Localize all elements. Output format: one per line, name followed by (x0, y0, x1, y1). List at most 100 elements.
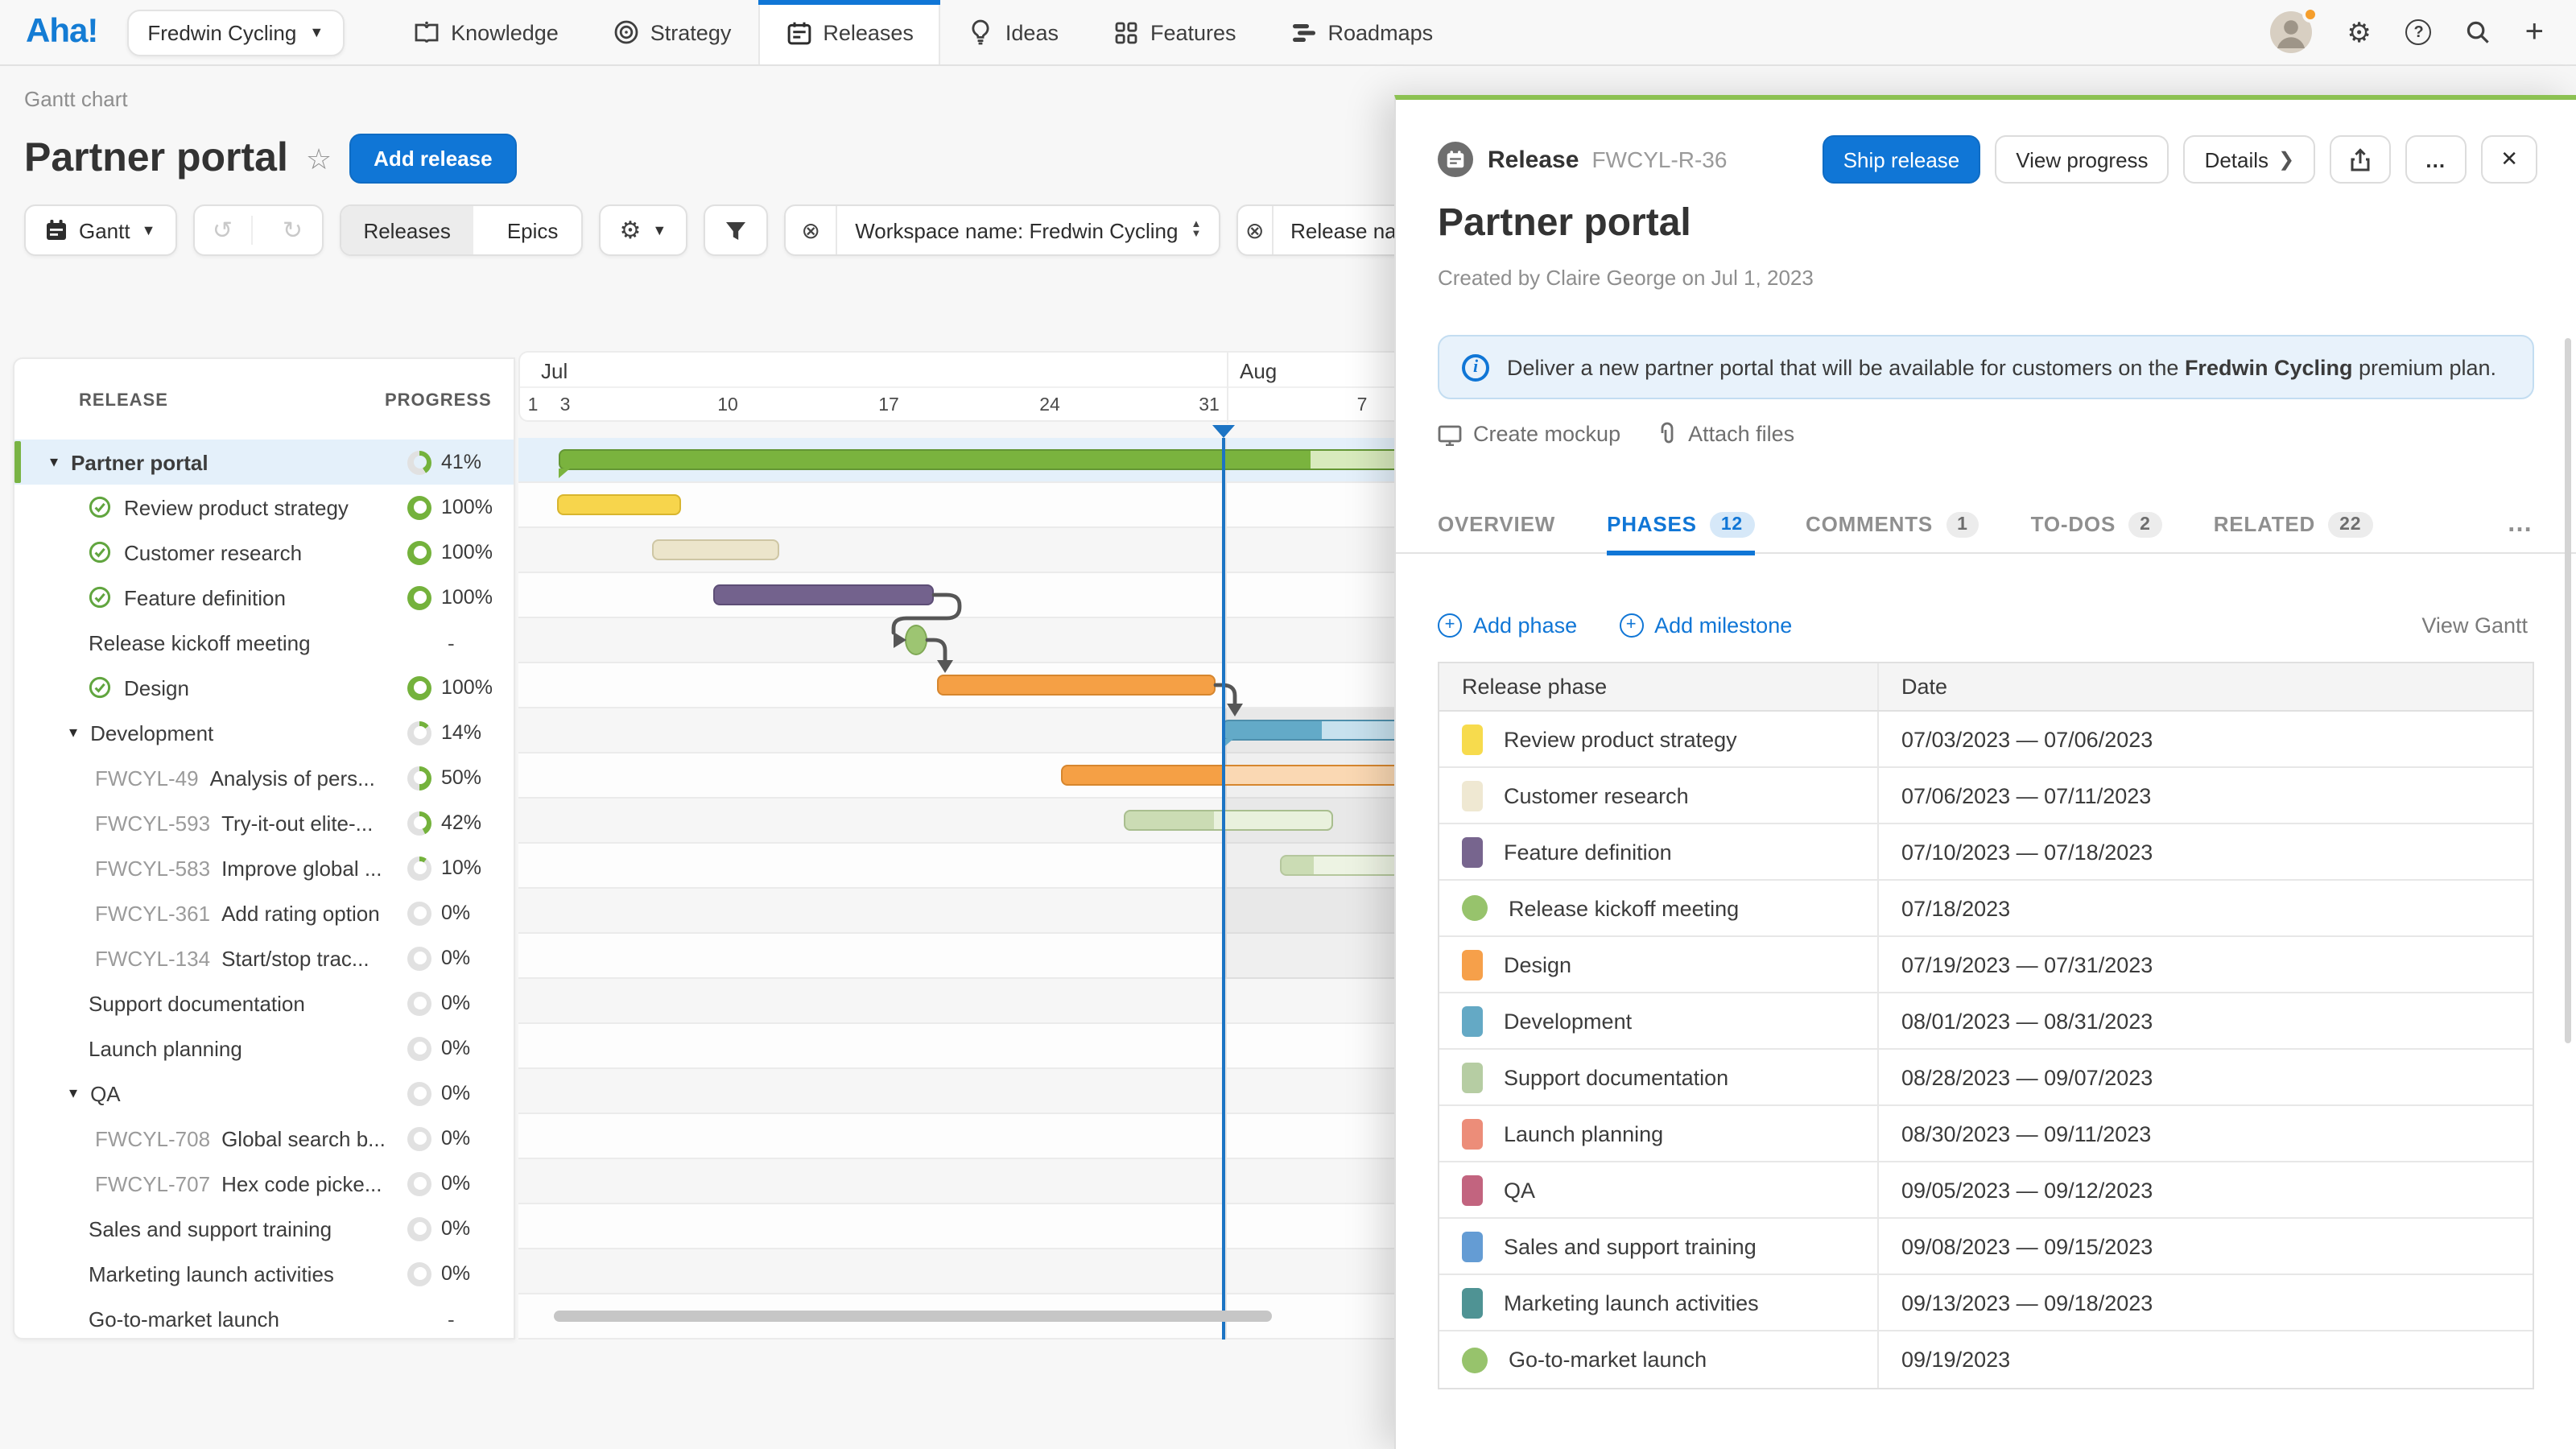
release-row[interactable]: FWCYL-708Global search b...0% (14, 1116, 514, 1161)
feature-reference: FWCYL-361 (95, 901, 210, 925)
phase-name: Feature definition (1504, 840, 1672, 864)
tab-related[interactable]: RELATED22 (2214, 495, 2373, 553)
gantt-bar-Customer research[interactable] (652, 539, 779, 560)
release-row[interactable]: Launch planning0% (14, 1026, 514, 1071)
release-row[interactable]: Customer research100% (14, 530, 514, 575)
tab-to-dos[interactable]: TO-DOS2 (2031, 495, 2162, 553)
tab-label: OVERVIEW (1438, 512, 1555, 536)
panel-scrollbar[interactable] (2565, 338, 2571, 1043)
collapse-caret-icon[interactable]: ▾ (69, 724, 77, 741)
release-row[interactable]: Support documentation0% (14, 980, 514, 1026)
tabs-more-icon[interactable]: … (2507, 510, 2534, 539)
nav-item-features[interactable]: Features (1086, 0, 1264, 64)
ship-release-button[interactable]: Ship release (1823, 135, 1981, 184)
search-icon[interactable] (2466, 19, 2491, 45)
release-row[interactable]: Feature definition100% (14, 575, 514, 620)
release-row[interactable]: FWCYL-49Analysis of pers...50% (14, 755, 514, 800)
phase-table-row[interactable]: Customer research07/06/2023 — 07/11/2023 (1439, 768, 2533, 824)
feature-reference: FWCYL-49 (95, 766, 199, 790)
release-row[interactable]: Sales and support training0% (14, 1206, 514, 1251)
gantt-release-list: RELEASE PROGRESS ▾Partner portal41%Revie… (13, 357, 515, 1340)
add-phase-link[interactable]: + Add phase (1438, 613, 1577, 637)
phase-table-row[interactable]: Launch planning08/30/2023 — 09/11/2023 (1439, 1106, 2533, 1162)
releases-epics-segment: Releases Epics (339, 204, 582, 256)
release-title[interactable]: Partner portal (1438, 201, 1691, 246)
filter-button[interactable] (704, 204, 768, 256)
release-row[interactable]: Release kickoff meeting- (14, 620, 514, 665)
avatar[interactable] (2271, 11, 2313, 53)
horizontal-scrollbar[interactable] (554, 1311, 1272, 1322)
phase-table-row[interactable]: Sales and support training09/08/2023 — 0… (1439, 1219, 2533, 1275)
settings-dropdown-button[interactable]: ⚙ ▼ (598, 204, 687, 256)
phase-table-row[interactable]: Release kickoff meeting07/18/2023 (1439, 881, 2533, 937)
phase-table-row[interactable]: Design07/19/2023 — 07/31/2023 (1439, 937, 2533, 993)
add-milestone-link[interactable]: + Add milestone (1619, 613, 1792, 637)
add-release-button[interactable]: Add release (349, 133, 516, 183)
release-row[interactable]: FWCYL-707Hex code picke...0% (14, 1161, 514, 1206)
gantt-bar-Try-it-out elite-...[interactable] (1124, 810, 1333, 831)
remove-filter-icon[interactable]: ⊗ (1238, 206, 1273, 254)
release-row[interactable]: ▾Partner portal41% (14, 440, 514, 485)
release-row[interactable]: Review product strategy100% (14, 485, 514, 530)
attach-files-link[interactable]: Attach files (1656, 422, 1794, 446)
phase-table-row[interactable]: Marketing launch activities09/13/2023 — … (1439, 1275, 2533, 1331)
phase-name: QA (1504, 1178, 1535, 1202)
tab-overview[interactable]: OVERVIEW (1438, 495, 1555, 553)
gantt-bar-Design[interactable] (937, 675, 1216, 696)
view-gantt-link[interactable]: View Gantt (2421, 613, 2528, 637)
release-row[interactable]: Design100% (14, 665, 514, 710)
view-progress-button[interactable]: View progress (1995, 135, 2169, 184)
redo-icon[interactable]: ↻ (263, 216, 321, 245)
release-row-label: Development (90, 720, 213, 745)
create-mockup-link[interactable]: Create mockup (1438, 422, 1620, 446)
favorite-star-icon[interactable]: ☆ (306, 142, 332, 176)
tab-phases[interactable]: PHASES12 (1607, 495, 1754, 553)
phase-table-row[interactable]: Feature definition07/10/2023 — 07/18/202… (1439, 824, 2533, 881)
progress-donut (407, 901, 431, 925)
release-row[interactable]: ▾QA0% (14, 1071, 514, 1116)
remove-filter-icon[interactable]: ⊗ (786, 206, 837, 254)
aha-logo[interactable]: Aha! (0, 0, 114, 64)
workspace-switcher[interactable]: Fredwin Cycling ▼ (126, 9, 345, 56)
release-row[interactable]: Marketing launch activities0% (14, 1251, 514, 1296)
progress-cell: 0% (407, 1251, 470, 1296)
release-row[interactable]: ▾Development14% (14, 710, 514, 755)
close-button[interactable]: ✕ (2481, 135, 2537, 184)
collapse-caret-icon[interactable]: ▾ (69, 1084, 77, 1102)
release-row-label: Hex code picke... (221, 1171, 382, 1195)
progress-donut (407, 1261, 431, 1286)
phase-table-row[interactable]: Support documentation08/28/2023 — 09/07/… (1439, 1050, 2533, 1106)
gantt-bar-Feature definition[interactable] (713, 584, 934, 605)
undo-icon[interactable]: ↺ (194, 216, 252, 245)
phase-date-cell: 07/03/2023 — 07/06/2023 (1879, 712, 2533, 766)
segment-releases[interactable]: Releases (341, 206, 473, 254)
details-button[interactable]: Details ❯ (2184, 135, 2316, 184)
release-row[interactable]: Go-to-market launch- (14, 1296, 514, 1341)
phase-table-row[interactable]: Go-to-market launch09/19/2023 (1439, 1331, 2533, 1388)
nav-item-roadmaps[interactable]: Roadmaps (1264, 0, 1461, 64)
help-icon[interactable]: ? (2406, 19, 2432, 45)
nav-item-knowledge[interactable]: Knowledge (386, 0, 586, 64)
view-selector-button[interactable]: Gantt ▼ (24, 204, 176, 256)
workspace-filter-chip[interactable]: ⊗ Workspace name: Fredwin Cycling ▲▼ (784, 204, 1220, 256)
more-options-button[interactable]: … (2405, 135, 2467, 184)
date-tick: 31 (1199, 396, 1220, 415)
add-icon[interactable]: + (2525, 16, 2544, 48)
gantt-bar-Review product strategy[interactable] (557, 494, 681, 515)
segment-epics[interactable]: Epics (485, 206, 581, 254)
nav-item-strategy[interactable]: Strategy (586, 0, 759, 64)
collapse-caret-icon[interactable]: ▾ (50, 453, 58, 471)
nav-item-releases[interactable]: Releases (758, 0, 941, 64)
release-row[interactable]: FWCYL-361Add rating option0% (14, 890, 514, 935)
release-row[interactable]: FWCYL-593Try-it-out elite-...42% (14, 800, 514, 845)
release-row[interactable]: FWCYL-583Improve global ...10% (14, 845, 514, 890)
phase-table-row[interactable]: Review product strategy07/03/2023 — 07/0… (1439, 712, 2533, 768)
nav-item-ideas[interactable]: Ideas (941, 0, 1086, 64)
share-button[interactable] (2330, 135, 2391, 184)
milestone-marker[interactable] (905, 625, 927, 655)
release-row[interactable]: FWCYL-134Start/stop trac...0% (14, 935, 514, 980)
gear-icon[interactable]: ⚙ (2347, 19, 2372, 45)
tab-comments[interactable]: COMMENTS1 (1806, 495, 1979, 553)
phase-table-row[interactable]: QA09/05/2023 — 09/12/2023 (1439, 1162, 2533, 1219)
phase-table-row[interactable]: Development08/01/2023 — 08/31/2023 (1439, 993, 2533, 1050)
